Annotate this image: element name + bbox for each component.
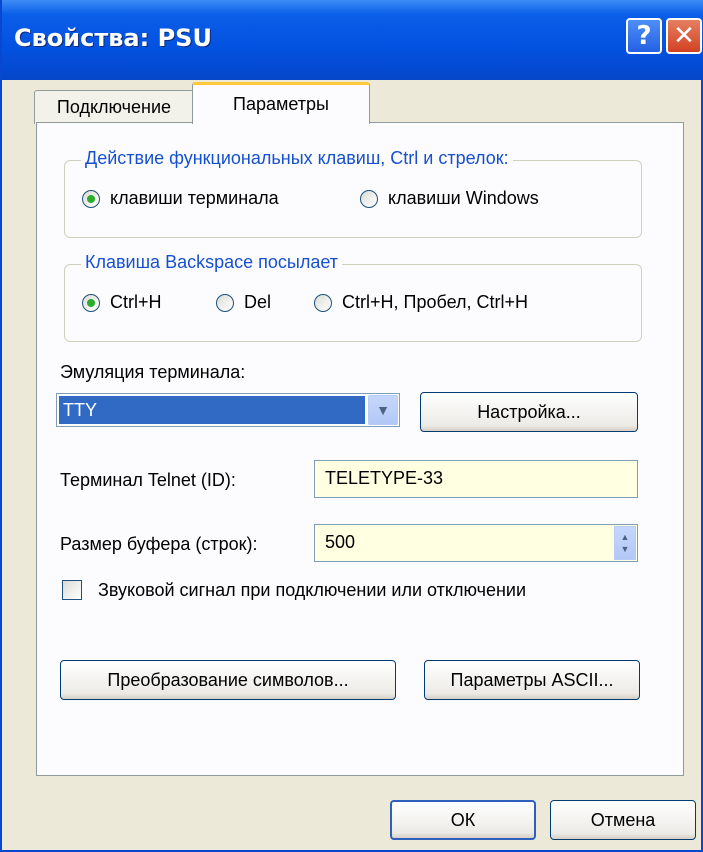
cancel-button[interactable]: Отмена: [550, 800, 696, 840]
radio-windows-keys-label: клавиши Windows: [388, 188, 539, 208]
radio-unchecked-icon: [314, 293, 332, 312]
help-icon[interactable]: ?: [626, 18, 662, 54]
tab-connection[interactable]: Подключение: [34, 90, 194, 124]
radio-ctrl-h-label: Ctrl+H: [110, 292, 162, 312]
telnet-id-input[interactable]: TELETYPE-33: [314, 460, 638, 498]
emulation-select[interactable]: TTY ▼: [56, 393, 400, 427]
radio-del-label: Del: [244, 292, 272, 312]
properties-dialog: Свойства: PSU ? ✕ Подключение Параметры …: [0, 0, 703, 852]
function-keys-legend: Действие функциональных клавиш, Ctrl и с…: [81, 148, 513, 169]
close-icon[interactable]: ✕: [666, 18, 702, 54]
buffer-size-input[interactable]: 500 ▲ ▼: [314, 524, 638, 562]
title-bar[interactable]: Свойства: PSU ? ✕: [2, 0, 703, 80]
radio-ctrl-h-space[interactable]: Ctrl+H, Пробел, Ctrl+H: [314, 292, 528, 313]
tab-settings[interactable]: Параметры: [192, 82, 370, 124]
radio-windows-keys[interactable]: клавиши Windows: [360, 188, 539, 209]
emulation-selected-value: TTY: [59, 396, 365, 424]
sound-label: Звуковой сигнал при подключении или откл…: [98, 580, 527, 600]
radio-del[interactable]: Del: [216, 292, 271, 313]
radio-unchecked-icon: [216, 293, 234, 312]
radio-ctrl-h-space-label: Ctrl+H, Пробел, Ctrl+H: [342, 292, 528, 312]
backspace-legend: Клавиша Backspace посылает: [81, 252, 342, 273]
ok-button[interactable]: ОК: [390, 800, 536, 840]
telnet-label: Терминал Telnet (ID):: [60, 470, 236, 490]
char-translation-button[interactable]: Преобразование символов...: [60, 660, 396, 700]
window-title: Свойства: PSU: [14, 24, 212, 52]
spinner-icon[interactable]: ▲ ▼: [614, 526, 636, 560]
radio-unchecked-icon: [360, 189, 378, 208]
ascii-settings-button[interactable]: Параметры ASCII...: [424, 660, 640, 700]
radio-ctrl-h[interactable]: Ctrl+H: [82, 292, 162, 313]
sound-checkbox[interactable]: [62, 580, 82, 600]
chevron-down-icon[interactable]: ▼: [368, 395, 398, 425]
radio-checked-icon: [82, 293, 100, 312]
radio-checked-icon: [82, 189, 100, 208]
setup-button[interactable]: Настройка...: [420, 392, 638, 432]
radio-terminal-keys[interactable]: клавиши терминала: [82, 188, 279, 209]
emulation-label: Эмуляция терминала:: [60, 362, 246, 382]
radio-terminal-keys-label: клавиши терминала: [110, 188, 279, 208]
buffer-label: Размер буфера (строк):: [60, 534, 258, 554]
buffer-size-value: 500: [325, 532, 356, 552]
